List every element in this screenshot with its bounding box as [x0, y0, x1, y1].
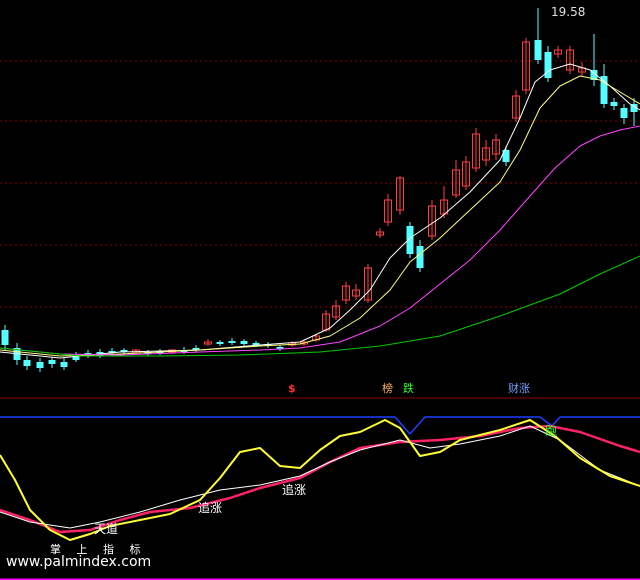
slow-line: [0, 424, 640, 534]
candle: [522, 38, 530, 94]
candle: [472, 128, 480, 172]
candle: [60, 358, 68, 370]
candle-body: [610, 102, 618, 106]
candle: [364, 264, 372, 303]
candle: [332, 300, 340, 320]
candle: [36, 358, 44, 372]
candle: [228, 338, 236, 345]
candle-body: [228, 341, 236, 343]
mid-line: [0, 425, 640, 529]
candle: [192, 345, 200, 352]
candle: [502, 146, 510, 166]
ma20-line: [0, 125, 640, 356]
price-grid: [0, 60, 640, 399]
candle-body: [36, 362, 44, 368]
candle: [554, 46, 562, 58]
candle: [352, 284, 360, 300]
candle: [578, 62, 586, 76]
watermark-url: www.palmindex.com: [6, 554, 152, 570]
candle-body: [23, 360, 31, 366]
candle: [384, 194, 392, 226]
candle: [600, 64, 608, 108]
candle: [48, 357, 56, 368]
candle: [452, 160, 460, 198]
candle: [482, 140, 490, 166]
candle: [1, 325, 9, 350]
ma10-line: [0, 75, 640, 357]
candle: [610, 98, 618, 110]
candle: [544, 46, 552, 82]
candle: [440, 186, 448, 218]
candle: [396, 176, 404, 215]
candle: [428, 200, 436, 240]
ma5-line: [0, 63, 640, 359]
candle-body: [60, 362, 68, 367]
label-tiandao: 天道: [94, 522, 119, 536]
signal-bang: 榜: [382, 382, 393, 395]
candle-body: [48, 360, 56, 364]
candle-body: [240, 341, 248, 344]
label-pao: 跑: [545, 424, 558, 438]
candle: [204, 339, 212, 346]
candle: [512, 90, 520, 122]
candle: [240, 339, 248, 346]
candle-body: [620, 108, 628, 118]
stock-chart-window: 19.58 $ 榜 跌 财涨 天道 追涨 追涨 跑 掌 上 指 标 www.pa…: [0, 0, 640, 580]
candle-body: [216, 342, 224, 344]
label-zhuizhang-1: 追涨: [198, 501, 223, 515]
candle-body: [1, 330, 9, 345]
candle: [342, 282, 350, 304]
candle: [534, 8, 542, 64]
candle: [216, 340, 224, 346]
candle: [23, 356, 31, 370]
signal-die: 跌: [403, 382, 414, 395]
signal-dollar: $: [288, 382, 296, 395]
candle: [462, 156, 470, 190]
high-price-label: 19.58: [551, 5, 586, 19]
candle: [492, 134, 500, 160]
chart-canvas[interactable]: [0, 0, 640, 580]
candle: [276, 345, 284, 351]
candle: [566, 46, 574, 74]
moving-average-lines: [0, 63, 640, 359]
ma60-line: [0, 255, 640, 357]
candle-body: [416, 246, 424, 268]
candle: [376, 228, 384, 238]
candle-body: [534, 40, 542, 60]
label-zhuizhang-2: 追涨: [282, 483, 307, 497]
candle: [120, 348, 128, 354]
candlestick-series: [1, 8, 638, 372]
signal-caizhang: 财涨: [508, 382, 530, 395]
candle-body: [600, 76, 608, 104]
